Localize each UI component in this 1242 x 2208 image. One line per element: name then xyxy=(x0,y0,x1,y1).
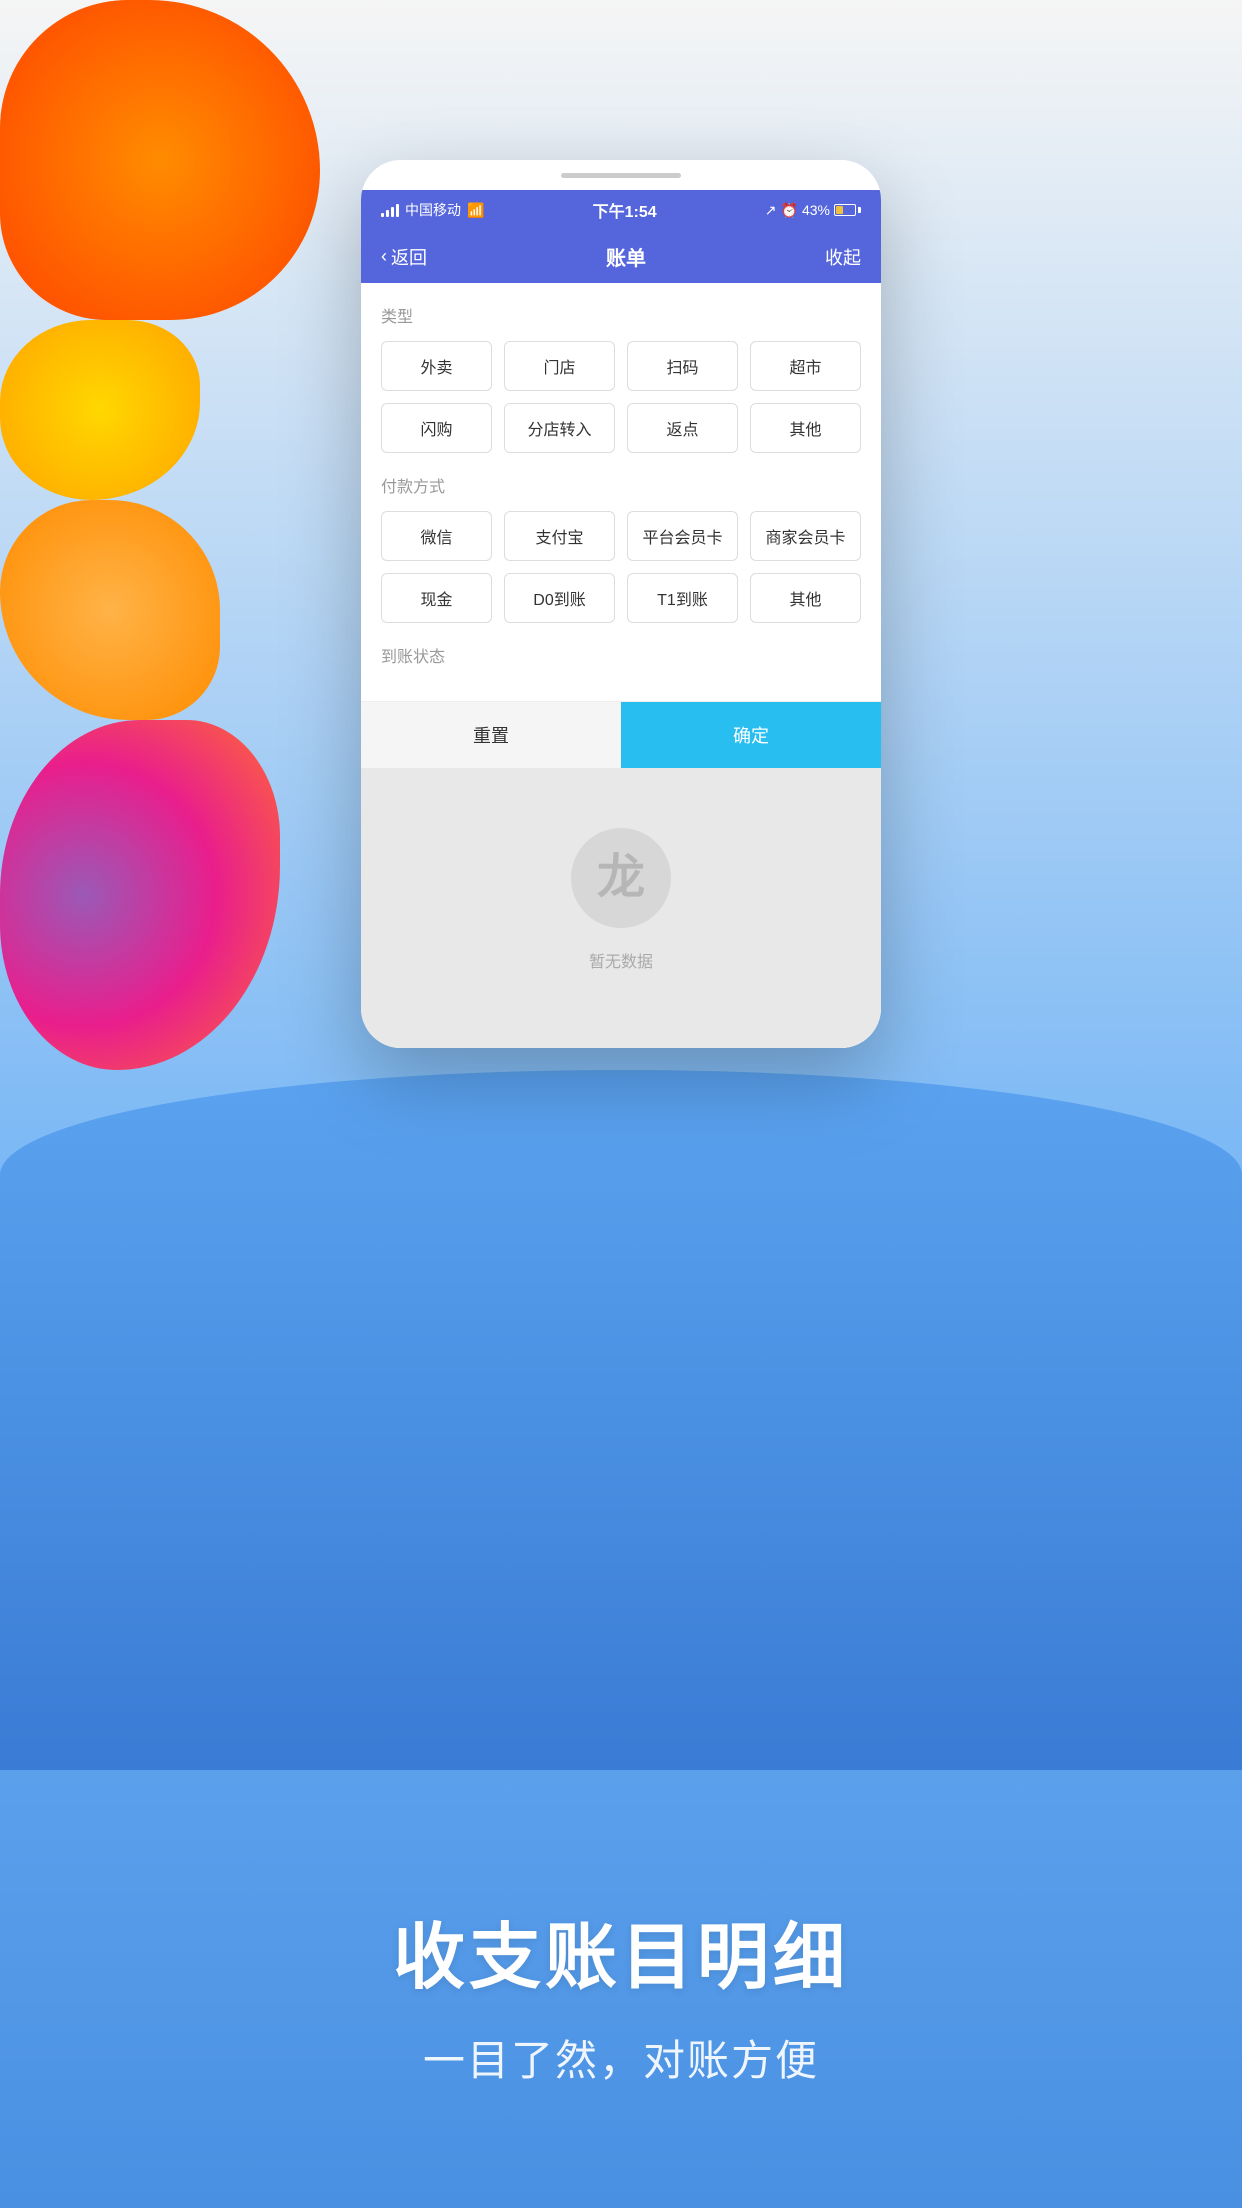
empty-watermark: 龙 xyxy=(571,828,671,928)
confirm-button[interactable]: 确定 xyxy=(621,702,881,768)
status-section-label: 到账状态 xyxy=(381,643,861,667)
type-btn-saoma[interactable]: 扫码 xyxy=(627,341,738,391)
collapse-button[interactable]: 收起 xyxy=(825,244,861,270)
battery-percent: 43% xyxy=(802,202,830,218)
type-section-label: 类型 xyxy=(381,303,861,327)
status-bar: 中国移动 📶 下午1:54 ↗ ⏰ 43% xyxy=(361,190,881,230)
payment-btn-weixin[interactable]: 微信 xyxy=(381,511,492,561)
type-filter-grid: 外卖 门店 扫码 超市 闪购 分店转入 返点 其他 xyxy=(381,341,861,453)
payment-filter-grid: 微信 支付宝 平台会员卡 商家会员卡 现金 D0到账 T1到账 其他 xyxy=(381,511,861,623)
back-label: 返回 xyxy=(391,244,427,270)
action-buttons: 重置 确定 xyxy=(361,701,881,768)
type-btn-chaoshi[interactable]: 超市 xyxy=(750,341,861,391)
payment-btn-t1[interactable]: T1到账 xyxy=(627,573,738,623)
type-btn-mendian[interactable]: 门店 xyxy=(504,341,615,391)
svg-text:龙: 龙 xyxy=(597,851,645,904)
bg-blob-yellow-top xyxy=(0,320,200,500)
empty-text: 暂无数据 xyxy=(589,948,653,972)
type-btn-fandian[interactable]: 返点 xyxy=(627,403,738,453)
type-btn-qita1[interactable]: 其他 xyxy=(750,403,861,453)
payment-btn-d0[interactable]: D0到账 xyxy=(504,573,615,623)
payment-btn-zhifubao[interactable]: 支付宝 xyxy=(504,511,615,561)
promo-section: 收支账目明细 一目了然，对账方便 xyxy=(0,1608,1242,2208)
nav-bar: ‹ 返回 账单 收起 xyxy=(361,230,881,283)
type-btn-waimai[interactable]: 外卖 xyxy=(381,341,492,391)
payment-btn-qita2[interactable]: 其他 xyxy=(750,573,861,623)
payment-btn-platform-card[interactable]: 平台会员卡 xyxy=(627,511,738,561)
status-left: 中国移动 📶 xyxy=(381,200,484,220)
payment-btn-xianjin[interactable]: 现金 xyxy=(381,573,492,623)
watermark-icon: 龙 xyxy=(581,838,661,918)
wifi-icon: 📶 xyxy=(467,202,484,219)
bg-blob-orange-right xyxy=(0,500,220,720)
payment-section-label: 付款方式 xyxy=(381,473,861,497)
status-right: ↗ ⏰ 43% xyxy=(765,202,861,219)
phone-notch xyxy=(561,173,681,178)
signal-icon xyxy=(381,203,399,217)
promo-title: 收支账目明细 xyxy=(393,1898,849,2003)
promo-subtitle: 一目了然，对账方便 xyxy=(423,2027,819,2088)
phone-top-bar xyxy=(361,160,881,190)
back-button[interactable]: ‹ 返回 xyxy=(381,244,427,270)
back-chevron-icon: ‹ xyxy=(381,246,387,267)
bottom-sheet: 重置 确定 龙 暂无数据 xyxy=(361,701,881,1048)
battery-icon xyxy=(834,204,861,216)
filter-content: 类型 外卖 门店 扫码 超市 闪购 分店转入 返点 其他 付款方式 微信 支付宝… xyxy=(361,283,881,701)
bg-blob-purple-right xyxy=(0,720,280,1070)
phone-mockup: 中国移动 📶 下午1:54 ↗ ⏰ 43% ‹ 返回 账单 收起 类型 xyxy=(361,160,881,1048)
type-btn-fenzhuanru[interactable]: 分店转入 xyxy=(504,403,615,453)
type-btn-shangou[interactable]: 闪购 xyxy=(381,403,492,453)
bg-blob-orange-left xyxy=(0,0,320,320)
alarm-icon: ⏰ xyxy=(781,202,798,219)
status-time: 下午1:54 xyxy=(593,198,657,222)
location-icon: ↗ xyxy=(765,202,777,219)
carrier-label: 中国移动 xyxy=(405,200,461,220)
payment-btn-merchant-card[interactable]: 商家会员卡 xyxy=(750,511,861,561)
reset-button[interactable]: 重置 xyxy=(361,702,621,768)
nav-title: 账单 xyxy=(606,242,646,271)
empty-state-area: 龙 暂无数据 xyxy=(361,768,881,1048)
